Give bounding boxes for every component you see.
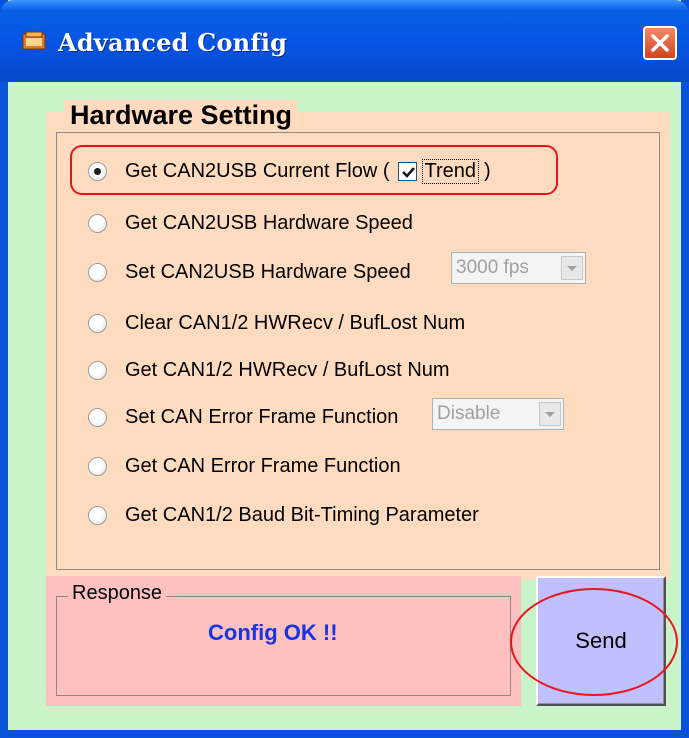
send-button-highlight [510,588,678,696]
close-icon [651,34,669,52]
error-frame-value: Disable [437,403,501,424]
option-get-hw-speed[interactable]: Get CAN2USB Hardware Speed [88,208,413,238]
hw-speed-value: 3000 fps [456,257,529,278]
radio-clear-hwrecv[interactable] [88,313,107,333]
hw-speed-dropdown-button[interactable] [561,256,583,280]
option-label: Clear CAN1/2 HWRecv / BufLost Num [125,311,466,334]
trend-label[interactable]: Trend [421,158,480,184]
close-button[interactable] [643,26,677,60]
trend-checkbox[interactable] [397,161,417,181]
option-get-current-flow[interactable]: Get CAN2USB Current Flow ( Trend ) [88,156,491,186]
response-message: Config OK !! [208,620,338,645]
checkmark-icon [401,166,415,178]
chevron-down-icon [545,412,555,417]
chevron-down-icon [567,266,577,271]
option-get-hwrecv[interactable]: Get CAN1/2 HWRecv / BufLost Num [88,355,450,385]
response-groupbox [56,596,511,696]
hardware-setting-title: Hardware Setting [64,100,299,131]
option-get-error-frame[interactable]: Get CAN Error Frame Function [88,451,401,481]
option-label: Get CAN1/2 HWRecv / BufLost Num [125,358,450,381]
window-title: Advanced Config [58,28,288,57]
option-clear-hwrecv[interactable]: Clear CAN1/2 HWRecv / BufLost Num [88,308,465,338]
option-set-error-frame[interactable]: Set CAN Error Frame Function [88,402,398,432]
title-bar[interactable]: Advanced Config [0,0,689,82]
option-label: Get CAN2USB Current Flow ( [125,159,390,182]
radio-get-baud-timing[interactable] [88,505,107,525]
option-label: Set CAN2USB Hardware Speed [125,260,411,283]
option-get-baud-timing[interactable]: Get CAN1/2 Baud Bit-Timing Parameter [88,500,479,530]
response-title: Response [68,582,167,605]
option-label: Get CAN1/2 Baud Bit-Timing Parameter [125,503,479,526]
client-area: Hardware Setting Get CAN2USB Current Flo… [8,82,681,730]
option-label: Get CAN Error Frame Function [125,454,401,477]
option-label: Set CAN Error Frame Function [125,405,399,428]
radio-get-hw-speed[interactable] [88,213,107,233]
error-frame-select[interactable]: Disable [432,398,564,430]
hw-speed-select[interactable]: 3000 fps [451,252,586,284]
trend-close-paren: ) [484,159,491,182]
app-icon [22,31,46,51]
radio-get-error-frame[interactable] [88,456,107,476]
radio-get-current-flow[interactable] [88,161,107,181]
radio-get-hwrecv[interactable] [88,360,107,380]
option-label: Get CAN2USB Hardware Speed [125,211,413,234]
radio-set-hw-speed[interactable] [88,262,107,282]
error-frame-dropdown-button[interactable] [539,402,561,426]
option-set-hw-speed[interactable]: Set CAN2USB Hardware Speed [88,257,411,287]
radio-set-error-frame[interactable] [88,407,107,427]
